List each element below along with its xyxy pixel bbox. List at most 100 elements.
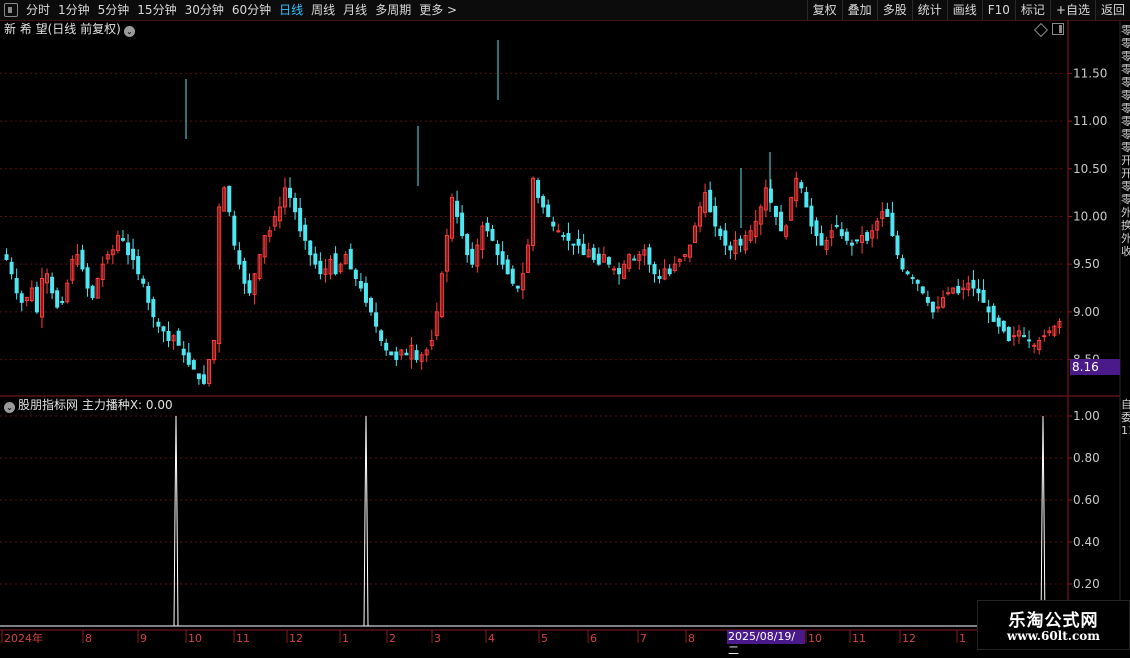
candle-body [358, 281, 363, 289]
x-tick-label: 8 [688, 632, 695, 645]
candle-body [414, 350, 419, 361]
candle-body [191, 360, 196, 370]
candle-body [814, 220, 819, 237]
indicator-tick-label: 0.80 [1073, 451, 1100, 465]
candle-body [394, 351, 399, 361]
candle-body [232, 215, 237, 246]
candle-body [956, 285, 961, 294]
candle-body [905, 271, 910, 275]
candle-body [900, 258, 905, 270]
candle-body [1001, 320, 1006, 332]
candle-body [510, 268, 515, 284]
candle-body [288, 187, 293, 198]
candle-body [318, 260, 323, 275]
candle-body [126, 242, 131, 256]
candle-body [9, 261, 14, 275]
candle-body [1011, 335, 1016, 338]
watermark-url: www.60lt.com [1007, 629, 1100, 643]
candle-body [237, 250, 242, 265]
candle-body [1032, 344, 1037, 347]
x-tick-label: 6 [590, 632, 597, 645]
y-tick-label: 10.00 [1073, 209, 1107, 223]
candle-body [369, 298, 374, 313]
y-tick-label: 11.50 [1073, 66, 1107, 80]
x-tick-label: 10 [188, 632, 202, 645]
candle-body [723, 230, 728, 246]
candle-body [895, 235, 900, 256]
candle-body [844, 231, 849, 241]
candle-body [854, 239, 859, 242]
candle-body [313, 253, 318, 265]
candle-body [455, 200, 460, 217]
candle-body [156, 321, 161, 327]
candle-body [348, 248, 353, 270]
indicator-tick-label: 1.00 [1073, 409, 1100, 423]
candle-body [485, 222, 490, 232]
candle-body [298, 207, 303, 232]
candle-body [667, 268, 672, 275]
candle-body [34, 286, 39, 313]
candle-body [363, 282, 368, 303]
kline-chart[interactable]: 11.5011.0010.5010.009.509.008.501.000.80… [0, 0, 1130, 650]
candle-body [293, 197, 298, 213]
candle-body [384, 342, 389, 351]
candle-body [991, 305, 996, 322]
candle-body [186, 352, 191, 365]
x-tick-label: 12 [902, 632, 916, 645]
candle-body [566, 233, 571, 241]
candle-body [773, 205, 778, 217]
candle-body [581, 243, 586, 256]
candle-body [971, 279, 976, 289]
candle-body [303, 224, 308, 241]
candle-body [596, 253, 601, 265]
candle-body [227, 185, 232, 213]
x-tick-label: 5 [541, 632, 548, 645]
candle-body [460, 212, 465, 237]
candle-body [718, 228, 723, 237]
x-tick-label: 11 [236, 632, 250, 645]
candle-body [166, 330, 171, 341]
chevron-down-icon[interactable]: ⌄ [4, 402, 15, 413]
candle-body [465, 234, 470, 256]
cursor-date-tag: 2025/08/19/二 [727, 630, 805, 657]
x-tick-label: 4 [488, 632, 495, 645]
candle-body [738, 238, 743, 246]
x-tick-label: 7 [640, 632, 647, 645]
candle-body [1006, 327, 1011, 341]
candle-body [819, 233, 824, 246]
candle-body [925, 296, 930, 303]
indicator-spike [363, 415, 369, 627]
x-tick-label: 12 [289, 632, 303, 645]
x-tick-label: 11 [852, 632, 866, 645]
candle-body [85, 267, 90, 289]
candle-body [617, 268, 622, 275]
candle-body [80, 249, 85, 270]
x-tick-label: 10 [808, 632, 822, 645]
candle-body [708, 189, 713, 213]
candle-body [946, 292, 951, 295]
candle-body [920, 286, 925, 294]
candle-body [60, 301, 65, 304]
candle-body [4, 254, 9, 260]
indicator-title[interactable]: ⌄ 股朋指标网 主力播种X: 0.00 [4, 397, 173, 413]
candle-body [865, 232, 870, 241]
candle-body [1042, 335, 1047, 338]
candle-body [713, 205, 718, 227]
watermark: 乐淘公式网 www.60lt.com [977, 600, 1130, 650]
candle-body [779, 211, 784, 232]
candle-body [804, 192, 809, 208]
candle-body [515, 285, 520, 289]
x-tick-label: 3 [434, 632, 441, 645]
candle-body [652, 264, 657, 275]
candle-body [632, 258, 637, 261]
candle-body [181, 348, 186, 356]
candle-body [495, 243, 500, 256]
candle-body [14, 278, 19, 294]
candle-body [151, 299, 156, 318]
candle-body [930, 301, 935, 313]
candle-body [890, 212, 895, 237]
candle-body [551, 221, 556, 227]
candle-body [90, 285, 95, 299]
indicator-name: 股朋指标网 主力播种X: 0.00 [18, 398, 173, 412]
x-tick-label: 9 [140, 632, 147, 645]
